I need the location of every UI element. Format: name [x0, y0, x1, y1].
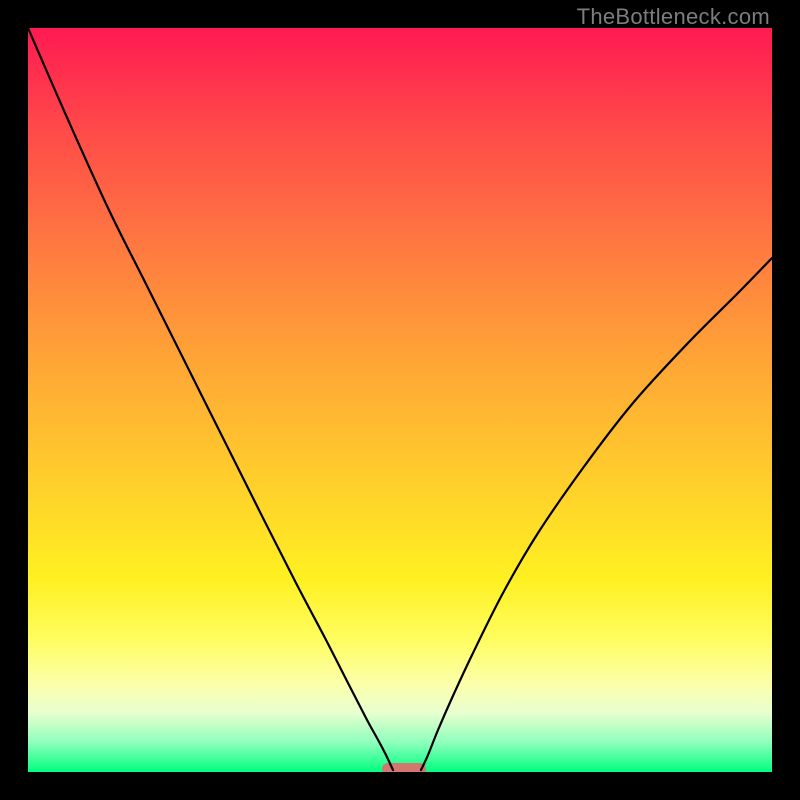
plot-area	[28, 28, 772, 772]
left-curve	[28, 28, 393, 770]
right-curve	[421, 258, 772, 770]
chart-frame: TheBottleneck.com	[0, 0, 800, 800]
watermark-text: TheBottleneck.com	[577, 4, 770, 30]
curve-layer	[28, 28, 772, 772]
